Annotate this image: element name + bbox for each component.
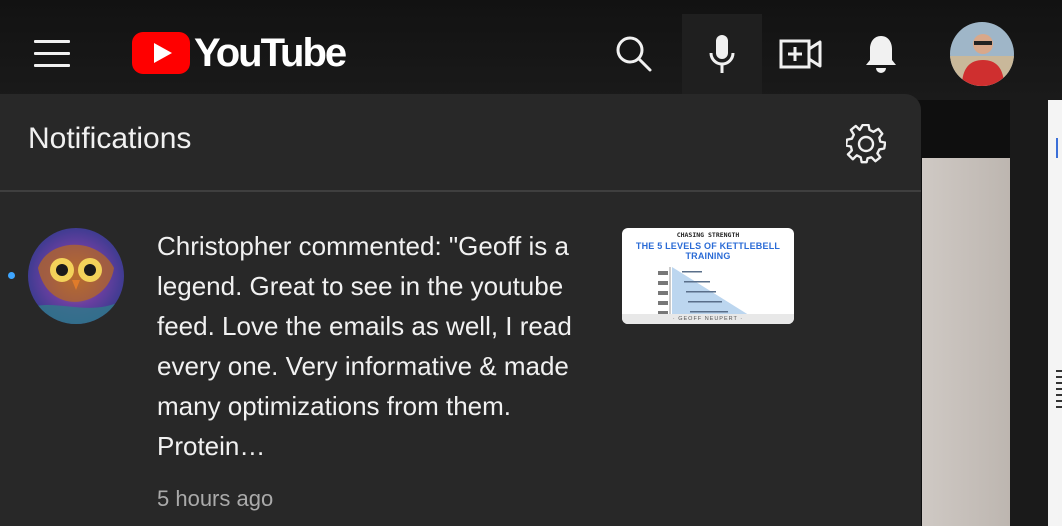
video-thumbnail[interactable]: CHASING STRENGTH THE 5 LEVELS OF KETTLEB… [622,228,794,324]
create-button[interactable] [770,14,832,94]
search-button[interactable] [598,14,670,94]
thumbnail-title: THE 5 LEVELS OF KETTLEBELL TRAINING [635,241,781,261]
notifications-button[interactable] [850,14,912,94]
notification-text: Christopher commented: "Geoff is a legen… [157,231,572,461]
notification-item[interactable]: Christopher commented: "Geoff is a legen… [0,212,921,526]
background-link-mark [1056,138,1062,158]
youtube-logo[interactable]: YouTube [132,31,347,75]
thumbnail-pyramid-graphic [658,267,752,317]
search-icon [616,36,652,72]
avatar[interactable] [950,22,1014,86]
youtube-play-icon [132,32,190,74]
hamburger-menu-icon[interactable] [34,40,70,68]
background-scroll-marks [1056,370,1062,410]
create-video-icon [779,39,822,69]
gear-icon [846,124,886,164]
divider [0,190,921,192]
logo-text: YouTube [194,31,347,75]
panel-title: Notifications [28,122,192,155]
account-avatar-image [950,22,1014,86]
background-page-sidebar [1048,100,1062,526]
bell-icon [866,36,896,73]
microphone-icon [709,35,735,73]
thumbnail-heading: CHASING STRENGTH [676,231,740,239]
background-page-content [922,158,1010,526]
thumbnail-footer: · GEOFF NEUPERT · [622,314,794,324]
unread-indicator [8,272,15,279]
masthead: YouTube [0,0,1062,100]
notifications-panel: Notifications Christopher commented: "Ge… [0,94,921,526]
voice-search-button[interactable] [682,14,762,94]
commenter-avatar [28,228,124,324]
notification-settings-button[interactable] [842,120,890,168]
notification-time: 5 hours ago [157,486,274,511]
